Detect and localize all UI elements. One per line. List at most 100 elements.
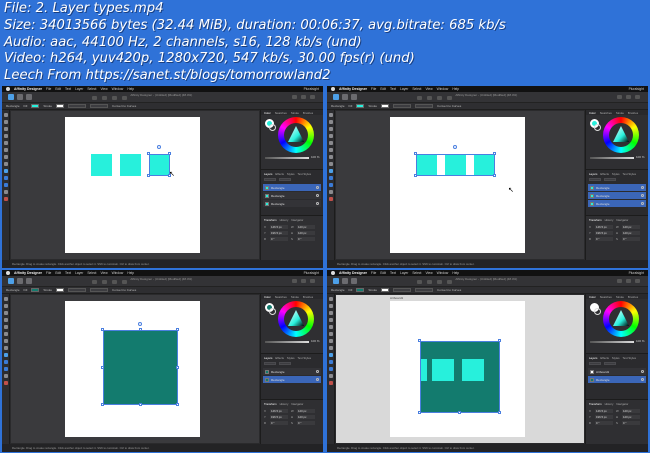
corner-select[interactable]: [415, 288, 434, 292]
node-tool-icon[interactable]: [3, 120, 8, 124]
menu-help[interactable]: Help: [452, 271, 459, 275]
resize-handle[interactable]: [147, 174, 150, 177]
opacity-select[interactable]: [264, 362, 276, 365]
toolbar-button[interactable]: [447, 280, 452, 284]
tab-transform[interactable]: Transform: [264, 218, 277, 222]
menu-file[interactable]: File: [46, 271, 51, 275]
resize-handle[interactable]: [414, 174, 417, 177]
app-menu[interactable]: Affinity Designer: [14, 87, 42, 91]
tab-history[interactable]: History: [605, 218, 614, 222]
transparency-tool-icon[interactable]: [3, 346, 8, 350]
color-triangle[interactable]: [613, 310, 629, 326]
fill-tool-icon[interactable]: [3, 155, 8, 159]
visibility-icon[interactable]: [316, 186, 319, 189]
visibility-icon[interactable]: [316, 202, 319, 205]
menu-help[interactable]: Help: [452, 87, 459, 91]
toolbar-button[interactable]: [301, 279, 306, 283]
color-wheel[interactable]: [603, 117, 639, 153]
transparency-tool-icon[interactable]: [3, 162, 8, 166]
tab-transform[interactable]: Transform: [264, 402, 277, 406]
toolbar-button[interactable]: [102, 96, 107, 100]
canvas[interactable]: ↖: [11, 111, 259, 259]
apple-icon[interactable]: [6, 87, 10, 91]
color-picker-icon[interactable]: [328, 197, 333, 201]
menu-layer[interactable]: Layer: [400, 271, 408, 275]
visibility-icon[interactable]: [316, 378, 319, 381]
resize-handle[interactable]: [176, 366, 179, 369]
menu-layer[interactable]: Layer: [75, 87, 83, 91]
toolbar-button[interactable]: [427, 96, 432, 100]
stroke-color-icon[interactable]: [594, 124, 601, 131]
menu-text[interactable]: Text: [390, 87, 396, 91]
tab-stroke[interactable]: Stroke: [616, 111, 624, 115]
opacity-slider[interactable]: [265, 341, 309, 343]
fill-swatch[interactable]: [31, 288, 40, 292]
convert-to-curves-button[interactable]: Convert to Curves: [112, 104, 136, 108]
pencil-tool-icon[interactable]: [328, 141, 333, 145]
tab-text-styles[interactable]: Text Styles: [623, 356, 637, 360]
toolbar-button[interactable]: [122, 96, 127, 100]
artboard[interactable]: [65, 117, 200, 253]
tab-layers[interactable]: Layers: [589, 172, 597, 176]
resize-handle[interactable]: [139, 328, 142, 331]
pixel-persona-icon[interactable]: [342, 94, 348, 100]
y-field[interactable]: 196.5 px: [270, 415, 288, 419]
tab-text-styles[interactable]: Text Styles: [298, 172, 312, 176]
transparency-tool-icon[interactable]: [328, 346, 333, 350]
opacity-select[interactable]: [589, 362, 601, 365]
app-menu[interactable]: Affinity Designer: [339, 87, 367, 91]
tab-color[interactable]: Color: [589, 111, 596, 115]
resize-handle[interactable]: [414, 152, 417, 155]
tab-history[interactable]: History: [280, 402, 289, 406]
menu-layer[interactable]: Layer: [400, 87, 408, 91]
menu-window[interactable]: Window: [437, 87, 449, 91]
tab-swatches[interactable]: Swatches: [275, 295, 287, 299]
layer-row[interactable]: Rectangle: [263, 200, 321, 207]
menu-text[interactable]: Text: [65, 271, 71, 275]
tab-stroke[interactable]: Stroke: [616, 295, 624, 299]
visibility-icon[interactable]: [316, 370, 319, 373]
color-triangle[interactable]: [288, 126, 304, 142]
width-field[interactable]: 120 px: [622, 225, 640, 229]
transparency-tool-icon[interactable]: [328, 162, 333, 166]
shear-field[interactable]: 0 °: [622, 421, 640, 425]
menu-help[interactable]: Help: [127, 87, 134, 91]
rectangle-tool-icon[interactable]: [328, 169, 333, 173]
brush-tool-icon[interactable]: [3, 332, 8, 336]
rectangle-shape[interactable]: [91, 154, 112, 176]
tab-layers[interactable]: Layers: [264, 356, 272, 360]
stroke-swatch[interactable]: [381, 104, 390, 108]
menu-window[interactable]: Window: [112, 87, 124, 91]
layer-row[interactable]: Artboard1: [588, 368, 646, 375]
menu-file[interactable]: File: [371, 271, 376, 275]
rotation-field[interactable]: 0 °: [595, 237, 613, 241]
opacity-slider[interactable]: [590, 157, 634, 159]
pen-tool-icon[interactable]: [3, 134, 8, 138]
tab-transform[interactable]: Transform: [589, 218, 602, 222]
menu-window[interactable]: Window: [437, 271, 449, 275]
toolbar-button[interactable]: [626, 279, 631, 283]
tab-swatches[interactable]: Swatches: [275, 111, 287, 115]
menu-select[interactable]: Select: [87, 87, 96, 91]
y-field[interactable]: 196.5 px: [595, 231, 613, 235]
color-wheel[interactable]: [278, 301, 314, 337]
width-field[interactable]: 120 px: [622, 409, 640, 413]
menu-view[interactable]: View: [425, 271, 432, 275]
pixel-persona-icon[interactable]: [17, 278, 23, 284]
tab-styles[interactable]: Styles: [287, 356, 295, 360]
move-tool-icon[interactable]: [328, 113, 333, 117]
ellipse-tool-icon[interactable]: [3, 360, 8, 364]
tab-brushes[interactable]: Brushes: [303, 295, 313, 299]
zoom-tool-icon[interactable]: [3, 190, 8, 194]
artboard-tool-icon[interactable]: [3, 311, 8, 315]
shear-field[interactable]: 0 °: [297, 421, 315, 425]
tab-brushes[interactable]: Brushes: [628, 295, 638, 299]
text-tool-icon[interactable]: [3, 183, 8, 187]
menu-select[interactable]: Select: [412, 87, 421, 91]
brush-tool-icon[interactable]: [328, 148, 333, 152]
resize-handle[interactable]: [101, 366, 104, 369]
blend-mode-select[interactable]: [279, 178, 291, 181]
pencil-tool-icon[interactable]: [3, 141, 8, 145]
convert-to-curves-button[interactable]: Convert to Curves: [437, 104, 461, 108]
color-triangle[interactable]: [613, 126, 629, 142]
